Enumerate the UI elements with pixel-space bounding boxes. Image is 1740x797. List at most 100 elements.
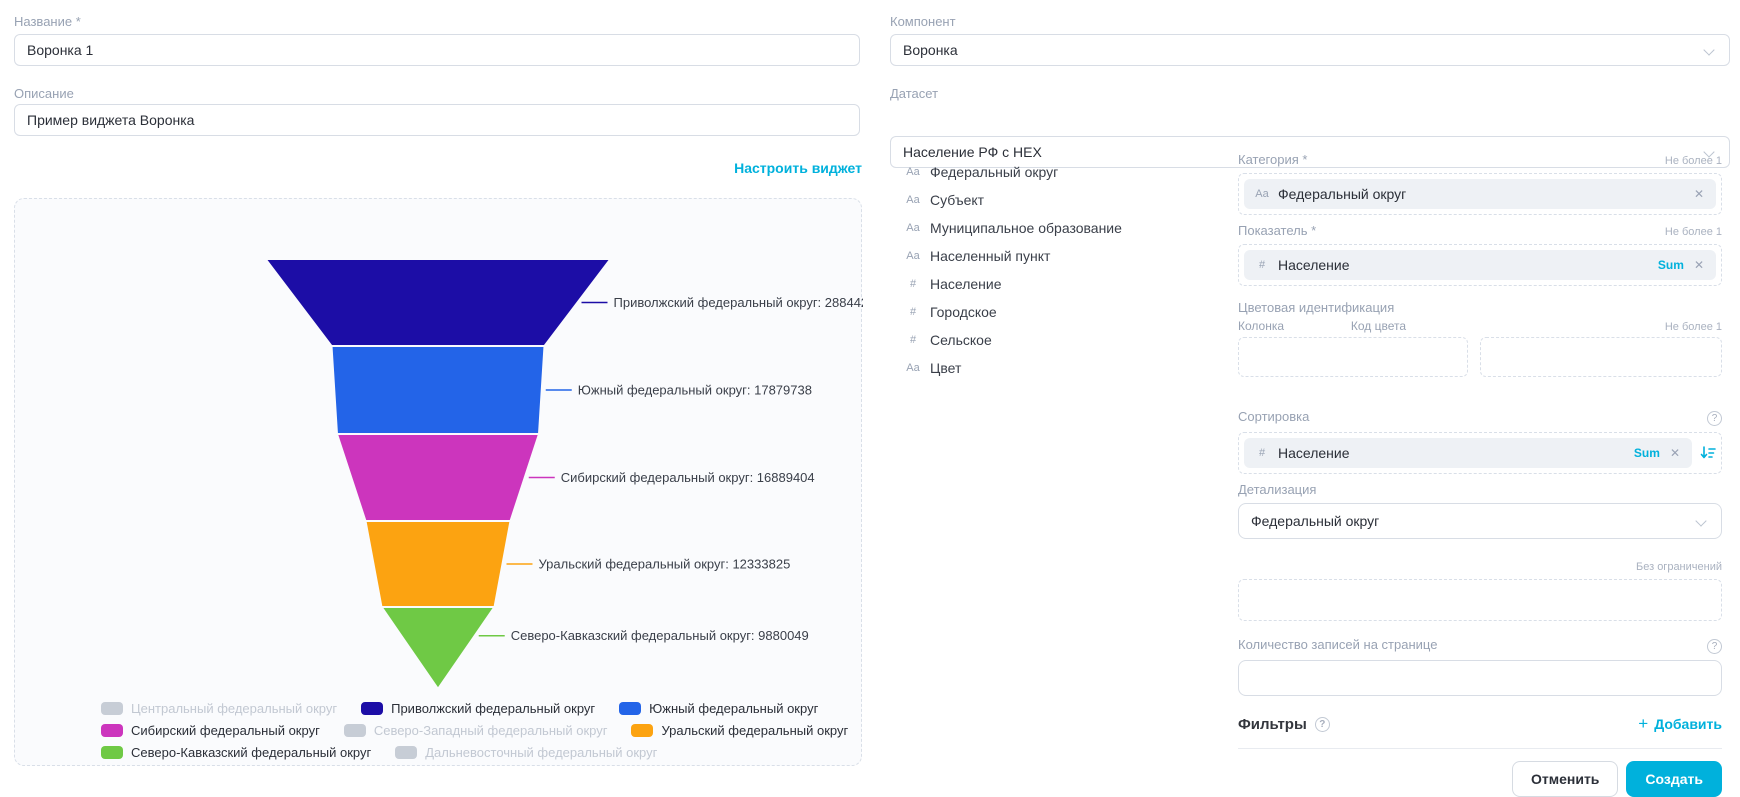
field-name: Субъект (930, 192, 984, 208)
field-type-text-icon: Аа (904, 362, 922, 374)
funnel-segment[interactable] (332, 346, 545, 434)
dataset-field-item[interactable]: Аа Федеральный округ (904, 158, 1234, 186)
legend-label: Северо-Западный федеральный округ (374, 723, 608, 738)
field-name: Федеральный округ (930, 164, 1058, 180)
name-input[interactable] (14, 34, 860, 66)
field-name: Сельское (930, 332, 992, 348)
field-type-text-icon: Аа (904, 250, 922, 262)
sorting-chip[interactable]: # Население Sum ✕ (1244, 438, 1692, 468)
measure-limit-label: Не более 1 (1665, 226, 1722, 238)
funnel-data-label: Сибирский федеральный округ: 16889404 (561, 470, 815, 485)
dataset-field-item[interactable]: Аа Цвет (904, 354, 1234, 382)
help-icon[interactable]: ? (1707, 639, 1722, 654)
detail-select[interactable]: Федеральный округ (1238, 503, 1722, 539)
funnel-segment[interactable] (337, 434, 539, 521)
color-code-dropzone[interactable] (1480, 337, 1722, 377)
measure-label: Показатель * (1238, 223, 1316, 238)
legend-label: Северо-Кавказский федеральный округ (131, 745, 371, 760)
funnel-segment[interactable] (266, 259, 611, 346)
page-size-label: Количество записей на странице (1238, 637, 1437, 652)
legend-row: Сибирский федеральный округ Северо-Западн… (101, 719, 848, 741)
legend-item[interactable]: Северо-Западный федеральный округ (344, 723, 608, 738)
legend-label: Южный федеральный округ (649, 701, 818, 716)
legend-item[interactable]: Уральский федеральный округ (631, 723, 848, 738)
field-type-text-icon: Аа (904, 194, 922, 206)
legend-label: Приволжский федеральный округ (391, 701, 595, 716)
dataset-field-item[interactable]: #Население (904, 270, 1234, 298)
funnel-segment[interactable] (382, 607, 495, 689)
legend-item[interactable]: Сибирский федеральный округ (101, 723, 320, 738)
measure-dropzone[interactable]: # Население Sum ✕ (1238, 244, 1722, 286)
field-name: Городское (930, 304, 997, 320)
category-dropzone[interactable]: Аа Федеральный округ ✕ (1238, 173, 1722, 215)
measure-chip[interactable]: # Население Sum ✕ (1244, 250, 1716, 280)
legend-swatch (631, 724, 653, 737)
legend-label: Дальневосточный федеральный округ (425, 745, 657, 760)
legend-swatch (395, 746, 417, 759)
close-icon[interactable]: ✕ (1692, 257, 1706, 273)
field-type-text-icon: Аа (904, 166, 922, 178)
funnel-segment[interactable] (366, 521, 511, 607)
component-label: Компонент (890, 14, 956, 29)
sorting-label: Сортировка (1238, 409, 1309, 424)
field-type-number-icon: # (904, 334, 922, 346)
chart-legend: Центральный федеральный округ Приволжский… (101, 697, 848, 763)
field-name: Цвет (930, 360, 961, 376)
field-type-number-icon: # (904, 278, 922, 290)
aggregation-badge[interactable]: Sum (1658, 258, 1684, 272)
legend-item[interactable]: Южный федеральный округ (619, 701, 818, 716)
page-size-input[interactable] (1238, 660, 1722, 696)
legend-swatch (101, 746, 123, 759)
configure-widget-link[interactable]: Настроить виджет (734, 160, 862, 176)
legend-swatch (101, 724, 123, 737)
close-icon[interactable]: ✕ (1692, 186, 1706, 202)
add-filter-button[interactable]: + Добавить (1638, 714, 1722, 734)
sort-descending-icon[interactable] (1700, 445, 1716, 461)
legend-row: Северо-Кавказский федеральный округ Дальн… (101, 741, 848, 763)
dataset-label: Датасет (890, 86, 938, 101)
category-chip[interactable]: Аа Федеральный округ ✕ (1244, 179, 1716, 209)
field-type-text-icon: Аа (1254, 188, 1270, 200)
dataset-field-item[interactable]: АаНаселенный пункт (904, 242, 1234, 270)
legend-label: Сибирский федеральный округ (131, 723, 320, 738)
legend-item[interactable]: Центральный федеральный округ (101, 701, 337, 716)
description-input[interactable] (14, 104, 860, 136)
dataset-field-item[interactable]: # Сельское (904, 326, 1234, 354)
funnel-data-label: Северо-Кавказский федеральный округ: 988… (511, 628, 809, 643)
dataset-field-item[interactable]: #Городское (904, 298, 1234, 326)
dataset-fields-list: Аа Федеральный округ Аа Субъект АаМуниципаль… (904, 158, 1234, 382)
aggregation-badge[interactable]: Sum (1634, 446, 1660, 460)
name-label: Название * (14, 14, 81, 29)
legend-label: Центральный федеральный округ (131, 701, 337, 716)
detail-value: Федеральный округ (1251, 513, 1379, 529)
funnel-data-label: Южный федеральный округ: 17879738 (578, 383, 812, 398)
detail-label: Детализация (1238, 482, 1722, 497)
color-column-label: Колонка (1238, 319, 1284, 333)
help-icon[interactable]: ? (1707, 411, 1722, 426)
close-icon[interactable]: ✕ (1668, 445, 1682, 461)
color-identification-label: Цветовая идентификация (1238, 300, 1722, 315)
color-column-dropzone[interactable] (1238, 337, 1468, 377)
dataset-field-item[interactable]: АаМуниципальное образование (904, 214, 1234, 242)
funnel-data-label: Приволжский федеральный округ: 28844264 (614, 295, 864, 310)
field-type-number-icon: # (1254, 259, 1270, 271)
legend-item[interactable]: Дальневосточный федеральный округ (395, 745, 657, 760)
funnel-data-label: Уральский федеральный округ: 12333825 (539, 557, 791, 572)
cancel-button[interactable]: Отменить (1512, 761, 1618, 797)
create-button[interactable]: Создать (1626, 761, 1722, 797)
component-select[interactable]: Воронка (890, 34, 1730, 66)
legend-item[interactable]: Приволжский федеральный округ (361, 701, 595, 716)
help-icon[interactable]: ? (1315, 717, 1330, 732)
description-label: Описание (14, 86, 74, 101)
category-label: Категория * (1238, 152, 1307, 167)
limit-dropzone[interactable] (1238, 579, 1722, 621)
plus-icon: + (1638, 714, 1648, 734)
legend-item[interactable]: Северо-Кавказский федеральный округ (101, 745, 371, 760)
sorting-dropzone[interactable]: # Население Sum ✕ (1238, 432, 1722, 474)
dataset-field-item[interactable]: Аа Субъект (904, 186, 1234, 214)
footer-divider (1238, 748, 1722, 749)
color-limit-label: Не более 1 (1665, 321, 1722, 333)
legend-swatch (344, 724, 366, 737)
funnel-chart-panel: Приволжский федеральный округ: 28844264 Ю… (14, 198, 862, 766)
measure-chip-label: Население (1278, 257, 1350, 273)
